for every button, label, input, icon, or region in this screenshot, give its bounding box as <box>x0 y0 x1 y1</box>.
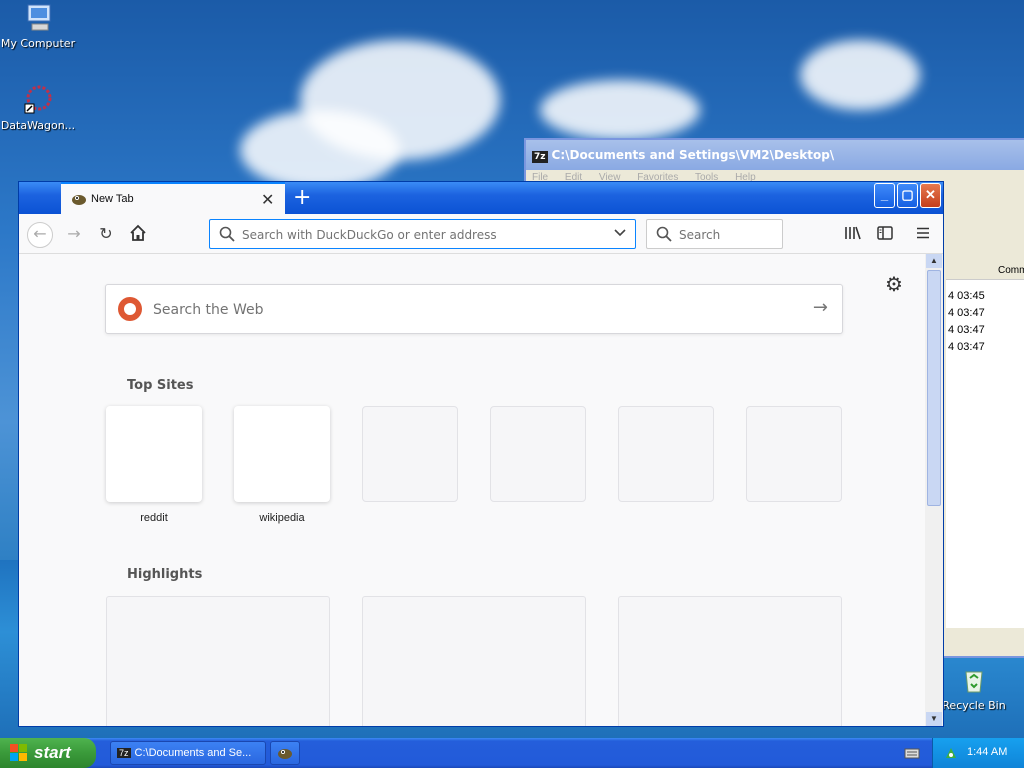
sidebar-icon <box>877 226 893 240</box>
search-placeholder: Search <box>679 228 721 242</box>
library-button[interactable] <box>843 224 863 244</box>
cloud <box>800 40 920 110</box>
top-site-wikipedia[interactable] <box>234 406 330 502</box>
desktop-icon-my-computer[interactable]: My Computer <box>0 2 78 50</box>
computer-icon <box>22 2 54 34</box>
taskbar-item-firefox[interactable] <box>270 741 300 765</box>
navigation-toolbar: ← → ↻ Search with DuckDuckGo or enter ad… <box>19 214 943 254</box>
minimize-button[interactable]: _ <box>874 183 895 208</box>
list-item[interactable]: 4 03:45 <box>946 290 1024 307</box>
desktop-icon-datawagon[interactable]: DataWagon... <box>0 84 78 132</box>
tab-title: New Tab <box>91 193 134 205</box>
keyboard-icon[interactable] <box>904 746 920 763</box>
hamburger-icon <box>917 227 929 239</box>
firefox-window[interactable]: New Tab ✕ + _ ▢ ✕ ← → ↻ Search with Duck… <box>18 181 944 727</box>
taskbar: start 7z C:\Documents and Se... 1:44 AM <box>0 738 1024 768</box>
duckduckgo-icon <box>118 297 142 321</box>
top-site-empty <box>490 406 586 502</box>
clock[interactable]: 1:44 AM <box>967 746 1007 758</box>
scroll-up-button[interactable]: ▲ <box>926 254 942 268</box>
web-search-placeholder: Search the Web <box>153 302 264 318</box>
list-item[interactable]: 4 03:47 <box>946 324 1024 341</box>
firefox-favicon-icon <box>71 192 87 206</box>
chevron-down-icon[interactable] <box>613 226 627 243</box>
top-site-label: reddit <box>140 512 168 524</box>
home-button[interactable] <box>128 224 148 244</box>
scrollbar-thumb[interactable] <box>927 270 941 506</box>
scroll-down-button[interactable]: ▼ <box>926 712 942 726</box>
browser-titlebar[interactable]: New Tab ✕ + _ ▢ ✕ <box>19 182 943 214</box>
top-site-label: wikipedia <box>259 512 305 524</box>
back-button[interactable]: ← <box>27 222 53 248</box>
vertical-scrollbar[interactable]: ▲ ▼ <box>925 254 943 726</box>
desktop-icon-label: My Computer <box>0 37 76 50</box>
firefox-icon <box>278 749 292 759</box>
highlights-title: Highlights <box>127 567 203 582</box>
top-site-reddit[interactable] <box>106 406 202 502</box>
maximize-button[interactable]: ▢ <box>897 183 918 208</box>
desktop-icon-label: DataWagon... <box>0 119 76 132</box>
top-site-empty <box>618 406 714 502</box>
desktop-icon-label: Recycle Bin <box>942 699 1006 712</box>
sevenzip-titlebar[interactable]: 7z C:\Documents and Settings\VM2\Desktop\ <box>526 140 1024 170</box>
list-item[interactable]: 4 03:47 <box>946 341 1024 358</box>
sevenzip-title: C:\Documents and Settings\VM2\Desktop\ <box>551 148 835 162</box>
sevenzip-file-list[interactable]: Comm 4 03:45 4 03:47 4 03:47 4 03:47 <box>946 262 1024 628</box>
gear-icon[interactable]: ⚙ <box>885 272 903 297</box>
search-icon <box>219 226 235 245</box>
start-label: start <box>34 743 71 762</box>
tab-new-tab[interactable]: New Tab ✕ <box>61 182 285 214</box>
home-icon <box>130 224 146 241</box>
highlight-card <box>618 596 842 726</box>
library-icon <box>845 226 861 240</box>
sevenzip-icon: 7z <box>532 151 548 163</box>
start-button[interactable]: start <box>0 738 96 768</box>
sevenzip-icon: 7z <box>117 748 131 758</box>
forward-button[interactable]: → <box>64 224 84 244</box>
close-window-button[interactable]: ✕ <box>920 183 941 208</box>
search-bar[interactable]: Search <box>646 219 783 249</box>
list-item[interactable]: 4 03:47 <box>946 307 1024 324</box>
web-search-box[interactable]: Search the Web → <box>105 284 843 334</box>
sidebar-button[interactable] <box>875 224 895 244</box>
menu-button[interactable] <box>913 224 933 244</box>
cloud <box>240 110 400 190</box>
datawagon-icon <box>22 84 54 116</box>
close-tab-icon[interactable]: ✕ <box>261 190 274 210</box>
column-header[interactable]: Comm <box>946 262 1024 280</box>
top-sites-title: Top Sites <box>127 378 194 393</box>
address-placeholder: Search with DuckDuckGo or enter address <box>242 228 497 242</box>
highlight-card <box>106 596 330 726</box>
top-site-empty <box>362 406 458 502</box>
cloud <box>540 80 700 140</box>
taskbar-item-sevenzip[interactable]: 7z C:\Documents and Se... <box>110 741 266 765</box>
system-tray: 1:44 AM <box>932 738 1024 768</box>
taskbar-item-label: C:\Documents and Se... <box>134 747 252 759</box>
reload-button[interactable]: ↻ <box>96 224 116 244</box>
network-icon[interactable] <box>943 745 959 764</box>
windows-flag-icon <box>10 744 28 762</box>
recycle-bin-icon <box>958 664 990 696</box>
search-icon <box>656 226 672 245</box>
desktop-icon-recycle-bin[interactable]: Recycle Bin <box>934 664 1014 712</box>
highlight-card <box>362 596 586 726</box>
new-tab-button[interactable]: + <box>293 185 311 210</box>
new-tab-page: ⚙ Search the Web → Top Sites reddit wiki… <box>19 254 925 726</box>
top-site-empty <box>746 406 842 502</box>
address-bar[interactable]: Search with DuckDuckGo or enter address <box>209 219 636 249</box>
arrow-right-icon[interactable]: → <box>813 297 828 318</box>
